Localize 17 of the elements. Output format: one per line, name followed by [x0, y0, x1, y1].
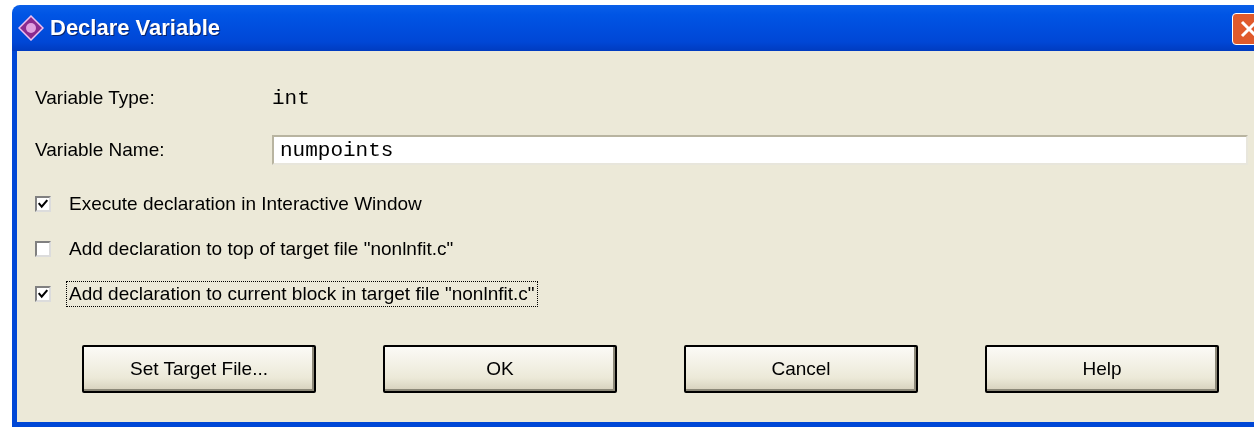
checkbox-label[interactable]: Execute declaration in Interactive Window — [66, 191, 425, 217]
checkbox[interactable] — [35, 286, 51, 302]
checkbox[interactable] — [35, 196, 51, 212]
checkbox-label[interactable]: Add declaration to current block in target file "nonlnfit.c" — [66, 281, 538, 307]
dialog-button[interactable]: OK — [383, 345, 617, 393]
type-value: int — [272, 86, 310, 110]
field-label: Variable Type: — [35, 87, 156, 109]
dialog-button[interactable]: Cancel — [684, 345, 918, 393]
close-icon — [1238, 18, 1254, 40]
dialog-button[interactable]: Help — [985, 345, 1219, 393]
checkbox[interactable] — [35, 241, 51, 257]
name-input-field[interactable]: numpoints — [272, 135, 1248, 165]
window-title: Declare Variable — [50, 15, 220, 41]
dialog-button[interactable]: Set Target File... — [82, 345, 316, 393]
checkbox-label[interactable]: Add declaration to top of target file "nonlnfit.c" — [66, 236, 457, 262]
diamond-logo-icon — [18, 15, 44, 41]
field-label: Variable Name: — [35, 139, 166, 161]
